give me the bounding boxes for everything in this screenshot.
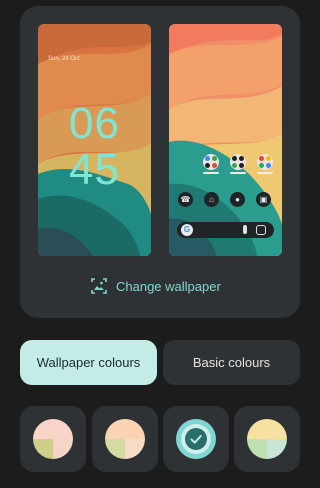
change-wallpaper-label: Change wallpaper — [116, 278, 221, 294]
wallpaper-preview-card: Sun, 24 Oct 06 45 ☎ ⌂ ● ▣ G Change wallp… — [20, 6, 300, 318]
maps-icon[interactable]: ● — [230, 192, 245, 207]
app-folder-1-label — [203, 172, 219, 174]
tab-wallpaper-colours-label: Wallpaper colours — [36, 355, 141, 370]
mic-icon[interactable] — [243, 225, 247, 234]
colour-option-1[interactable] — [20, 406, 86, 472]
tab-basic-colours-label: Basic colours — [192, 355, 271, 370]
lock-clock-minutes: 45 — [69, 145, 120, 194]
tab-basic-colours[interactable]: Basic colours — [163, 340, 300, 385]
tab-wallpaper-colours[interactable]: Wallpaper colours — [20, 340, 157, 385]
lock-screen-date: Sun, 24 Oct — [48, 56, 80, 62]
wallpaper-icon — [91, 278, 107, 294]
lens-icon[interactable] — [256, 225, 266, 235]
change-wallpaper-button[interactable]: Change wallpaper — [90, 274, 221, 298]
home-icon[interactable]: ⌂ — [204, 192, 219, 207]
swatch-circle — [33, 419, 73, 459]
colour-option-3[interactable] — [163, 406, 229, 472]
swatch-circle-selected — [176, 419, 216, 459]
app-folder-2-label — [230, 172, 246, 174]
swatch-circle — [105, 419, 145, 459]
camera-icon[interactable]: ▣ — [256, 192, 271, 207]
home-screen-preview[interactable]: ☎ ⌂ ● ▣ G — [169, 24, 282, 256]
swatch-circle — [247, 419, 287, 459]
app-folder-3-label — [257, 172, 273, 174]
search-bar[interactable]: G — [177, 222, 274, 238]
lock-clock-hours: 06 — [69, 99, 120, 148]
app-folder-2[interactable] — [230, 154, 246, 170]
app-folder-3[interactable] — [257, 154, 273, 170]
google-logo-icon: G — [181, 224, 193, 236]
colour-option-2[interactable] — [92, 406, 158, 472]
phone-icon[interactable]: ☎ — [178, 192, 193, 207]
lock-screen-preview[interactable]: Sun, 24 Oct 06 45 — [38, 24, 151, 256]
colour-option-4[interactable] — [234, 406, 300, 472]
app-folder-1[interactable] — [203, 154, 219, 170]
